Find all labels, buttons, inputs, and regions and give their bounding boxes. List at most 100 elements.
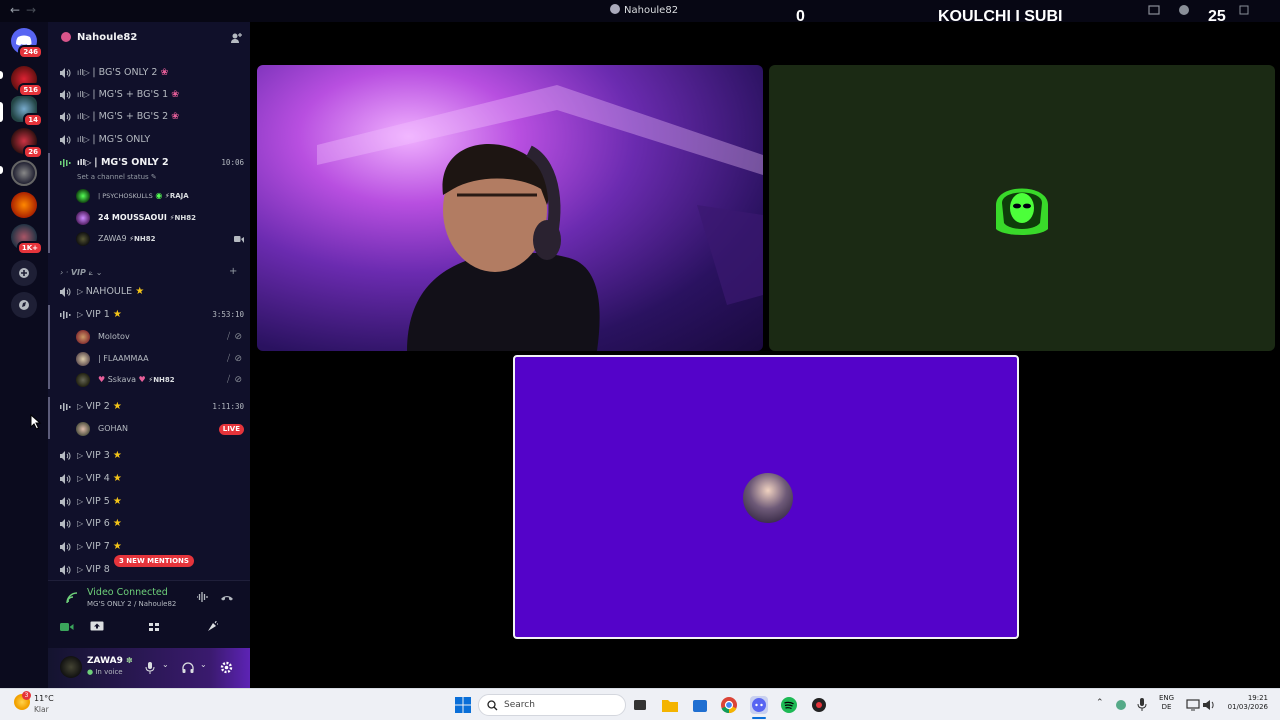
avatar: [76, 330, 90, 344]
file-explorer-icon[interactable]: [661, 696, 679, 714]
voice-user[interactable]: 24 MOUSSAOUI ⚡NH82: [76, 209, 244, 227]
create-channel-icon[interactable]: +: [229, 266, 237, 277]
speaker-icon: [60, 519, 71, 529]
voice-channel-vip-6[interactable]: ▷ VIP 6 ★: [58, 514, 244, 534]
language-indicator[interactable]: ENG DE: [1159, 694, 1174, 712]
voice-user[interactable]: | FLAAMMAA ⧸ ⊘: [76, 350, 244, 368]
new-mentions-pill[interactable]: 3 NEW MENTIONS: [114, 555, 194, 567]
voice-location[interactable]: MG'S ONLY 2 / Nahoule82: [87, 600, 176, 608]
selected-pill: [0, 102, 3, 122]
add-friend-icon[interactable]: [230, 32, 242, 44]
user-panel: ZAWA9 ✽ ● In voice ⌄ ⌄: [48, 648, 250, 688]
star-icon: ★: [112, 401, 122, 412]
server-icon-1[interactable]: 516: [11, 66, 43, 97]
soundboard-button[interactable]: [190, 615, 234, 639]
app-icon[interactable]: [810, 696, 828, 714]
volume-icon[interactable]: [1202, 698, 1216, 712]
noise-suppression-icon[interactable]: [196, 591, 210, 603]
star-icon: ★: [112, 518, 122, 529]
voice-channel-mgs-only[interactable]: ıll▷ | MG'S ONLY: [58, 130, 244, 150]
network-icon[interactable]: [1186, 698, 1200, 712]
avatar[interactable]: [60, 656, 82, 678]
forward-arrow-icon[interactable]: →: [26, 3, 36, 17]
tray-app-icon[interactable]: [1114, 698, 1128, 712]
voice-channel-vip-2[interactable]: ▷ VIP 2 ★ 1:11:30: [58, 397, 244, 417]
home-server[interactable]: 246: [11, 28, 43, 59]
server-icon-2[interactable]: 14: [11, 96, 43, 127]
live-badge: LIVE: [218, 424, 244, 435]
microphone-icon[interactable]: [145, 662, 155, 674]
channel-status[interactable]: Set a channel status ✎: [77, 173, 157, 181]
chevron-up-icon[interactable]: ⌃: [1096, 698, 1104, 708]
voice-channel-vip-1[interactable]: ▷ VIP 1 ★ 3:53:10: [58, 305, 244, 325]
voice-channel-mgs-only-2[interactable]: ıll▷ | MG'S ONLY 2 10:06: [58, 153, 244, 173]
star-icon: ★: [112, 541, 122, 552]
alien-logo-tile[interactable]: [769, 65, 1275, 351]
voice-user[interactable]: GOHAN LIVE: [76, 420, 244, 438]
gear-icon[interactable]: [220, 661, 233, 674]
voice-channel-mgs-bgs-2[interactable]: ıll▷ | MG'S + BG'S 2 ❀: [58, 107, 244, 127]
voice-user[interactable]: Molotov ⧸ ⊘: [76, 328, 244, 346]
webcam-tile[interactable]: [257, 65, 763, 351]
mouse-cursor-icon: [30, 414, 42, 430]
store-icon[interactable]: [691, 696, 709, 714]
signal-icon[interactable]: [65, 591, 79, 605]
soundboard-icon: [208, 621, 218, 631]
microphone-icon[interactable]: [1136, 697, 1148, 713]
taskbar: 3 11°C Klar Search ⌃ ENG DE 19:21 01/03/20…: [0, 688, 1280, 720]
voice-user[interactable]: | PSYCHOSKULLS ◉ ⚡RAJA: [76, 187, 244, 205]
voice-user[interactable]: ♥ Sskava ♥ ⚡NH82 ⧸ ⊘: [76, 371, 244, 389]
category-header[interactable]: › · VIP ⟀ ⌄: [60, 268, 102, 278]
voice-channel-vip-5[interactable]: ▷ VIP 5 ★: [58, 492, 244, 512]
system-clock[interactable]: 19:21 01/03/2026: [1224, 694, 1268, 712]
window-title: Nahoule82: [610, 4, 678, 16]
mic-muted-icon: ⧸: [226, 375, 230, 385]
disconnect-icon[interactable]: [220, 591, 234, 603]
maximize-icon[interactable]: [1238, 4, 1250, 16]
spotify-icon[interactable]: [780, 696, 798, 714]
voice-channel-vip-7[interactable]: ▷ VIP 7 ★: [58, 537, 244, 557]
voice-user[interactable]: ZAWA9 ⚡NH82: [76, 230, 244, 248]
headphones-icon[interactable]: [182, 662, 194, 674]
speaker-icon: [60, 542, 71, 552]
mic-muted-icon: ⧸: [226, 354, 230, 364]
server-icon-6[interactable]: 1K+: [11, 224, 43, 255]
activities-button[interactable]: [132, 615, 176, 639]
activities-icon: [149, 623, 159, 631]
channel-name: ▷ VIP 3 ★: [77, 450, 122, 461]
channel-name: ▷ VIP 1 ★: [77, 309, 122, 320]
server-icon-3[interactable]: 26: [11, 128, 43, 159]
weather-temperature[interactable]: 11°C: [34, 694, 54, 703]
star-icon: ★: [112, 450, 122, 461]
voice-channel-nahoule[interactable]: ▷ NAHOULE ★: [58, 282, 244, 302]
screen-share-button[interactable]: [74, 615, 118, 639]
user-name: | PSYCHOSKULLS ◉ ⚡RAJA: [98, 191, 189, 200]
avatar: [76, 211, 90, 225]
chevron-down-icon[interactable]: ⌄: [200, 660, 207, 669]
back-arrow-icon[interactable]: ←: [10, 3, 20, 17]
taskbar-search[interactable]: Search: [478, 694, 626, 716]
server-icon-5[interactable]: [11, 192, 37, 218]
help-icon[interactable]: [1178, 4, 1190, 16]
server-header[interactable]: Nahoule82 ⌄: [48, 22, 250, 56]
voice-channel-mgs-bgs-1[interactable]: ıll▷ | MG'S + BG'S 1 ❀: [58, 85, 244, 105]
voice-channel-vip-3[interactable]: ▷ VIP 3 ★: [58, 446, 244, 466]
user-name: Molotov: [98, 332, 130, 341]
chrome-icon[interactable]: [720, 696, 738, 714]
add-server-button[interactable]: [11, 260, 37, 286]
weather-condition: Klar: [34, 705, 49, 714]
inbox-icon[interactable]: [1148, 4, 1160, 16]
windows-start-icon[interactable]: [454, 696, 472, 714]
discord-icon[interactable]: [750, 696, 768, 714]
task-view-icon[interactable]: [631, 696, 649, 714]
voice-channel-bgs-only-2[interactable]: ıll▷ | BG'S ONLY 2 ❀: [58, 63, 244, 83]
avatar: [743, 473, 793, 523]
discover-button[interactable]: [11, 292, 37, 318]
star-icon: ★: [135, 286, 145, 297]
chevron-down-icon[interactable]: ⌄: [162, 660, 169, 669]
user-status: ● In voice: [87, 668, 123, 676]
speaker-icon: [60, 451, 71, 461]
voice-channel-vip-4[interactable]: ▷ VIP 4 ★: [58, 469, 244, 489]
server-icon-4[interactable]: [11, 160, 37, 186]
avatar-tile[interactable]: [513, 355, 1019, 639]
